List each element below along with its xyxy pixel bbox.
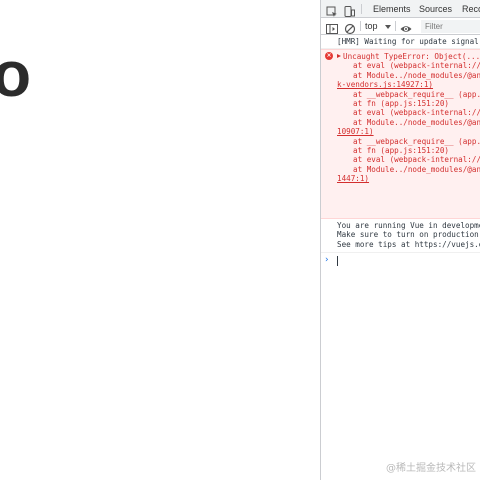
stack-frame[interactable]: at __webpack_require__ (app.j [353,137,480,146]
devtools-tabbar: Elements Sources Reco [321,0,480,18]
error-title: Uncaught TypeError: Object(...) [343,52,480,61]
tab-sources[interactable]: Sources [419,0,452,18]
stack-frame-source-link[interactable]: 10907:1) [337,127,374,136]
stack-frame[interactable]: at eval (webpack-internal:/// [353,61,480,70]
watermark: @稀土掘金技术社区 [386,463,476,474]
error-icon: × [325,52,333,60]
device-toolbar-icon[interactable] [343,3,355,17]
console-log-message: [HMR] Waiting for update signal f [321,35,480,49]
context-selector[interactable]: top [365,20,378,33]
stack-frame[interactable]: at fn (app.js:151:20) [353,146,449,155]
console-error-message: × Uncaught TypeError: Object(...) at eva… [321,49,480,219]
stack-frame[interactable]: at eval (webpack-internal:/// [353,108,480,117]
toolbar-divider [360,21,361,31]
eye-icon[interactable] [400,20,412,32]
console-prompt-icon: › [325,255,329,265]
stack-frame-source-link[interactable]: 1447:1) [337,174,369,183]
stack-frame-source-link[interactable]: k-vendors.js:14927:1) [337,80,433,89]
console-input-caret[interactable] [337,256,338,266]
page-large-text: o [0,38,32,110]
console-filter-input[interactable] [421,20,480,33]
clear-console-icon[interactable] [344,20,356,35]
page-viewport: o [0,0,320,480]
info-line-link[interactable]: See more tips at https://vuejs.or [337,240,480,249]
toolbar-divider [395,21,396,31]
tab-elements[interactable]: Elements [373,0,411,18]
stack-frame[interactable]: at Module../node_modules/@ant [353,118,480,127]
console-toolbar: top [321,18,480,35]
stack-frame[interactable]: at Module../node_modules/@ant [353,71,480,80]
chevron-down-icon[interactable] [385,25,391,29]
console-info-message: You are running Vue in development Make … [321,220,480,253]
info-line: Make sure to turn on production m [337,230,480,240]
stack-frame[interactable]: at __webpack_require__ (app.j [353,90,480,99]
stack-frame[interactable]: at eval (webpack-internal:/// [353,155,480,164]
expand-triangle-icon[interactable] [337,54,341,58]
tabbar-divider [361,4,362,14]
sidebar-toggle-icon[interactable] [326,20,338,34]
inspect-element-icon[interactable] [326,3,338,17]
console-output: [HMR] Waiting for update signal f × Unca… [321,35,480,480]
stack-frame[interactable]: at Module../node_modules/@ant [353,165,480,174]
stack-frame[interactable]: at fn (app.js:151:20) [353,99,449,108]
info-line: You are running Vue in development [337,221,480,230]
tab-recorder[interactable]: Reco [462,0,480,18]
devtools-panel: Elements Sources Reco top [HMR] Waiting … [321,0,480,480]
